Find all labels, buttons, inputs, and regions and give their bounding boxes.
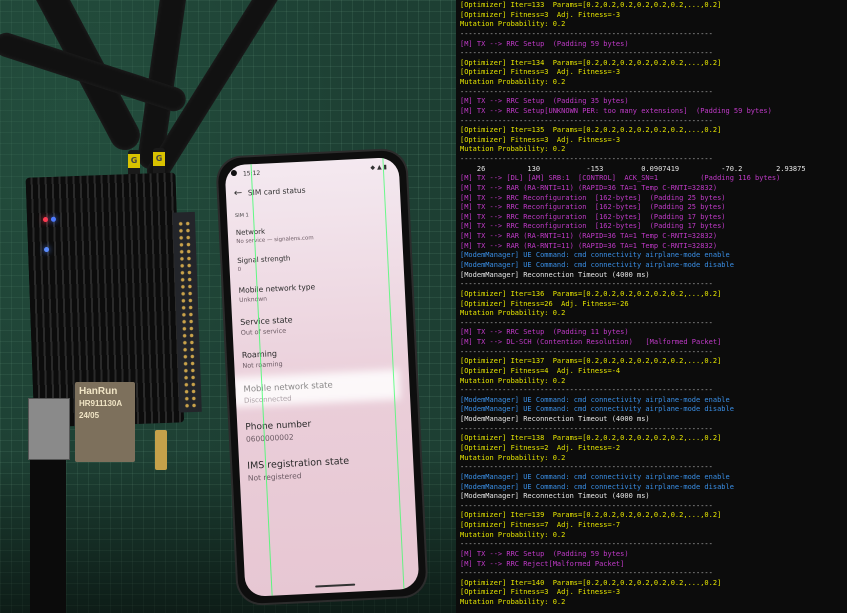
log-line: [ModemManager] Reconnection Timeout (400… [460,492,650,501]
log-separator: ----------------------------------------… [460,463,713,472]
sma-connector [155,430,167,470]
log-line: [M] TX --> RRC Reconfiguration [162-byte… [460,222,726,231]
log-separator: ----------------------------------------… [460,49,713,58]
log-separator: ----------------------------------------… [460,386,713,395]
status-row-signal-strength: Signal strength 0 [237,250,388,273]
status-row-network: Network No service — signalens.com [236,222,387,245]
log-line: [M] TX --> RAR (RA-RNTI=11) (RAPID=36 TA… [460,183,718,192]
log-separator: ----------------------------------------… [460,569,713,578]
log-line: [Optimizer] Fitness=3 Adj. Fitness=-3 [460,10,621,19]
screen-title: SIM card status [247,185,306,198]
log-line: Mutation Probability: 0.2 [460,20,566,29]
log-line: [Optimizer] Iter=135 Params=[0.2,0.2,0.2… [460,126,722,135]
log-line: [M] TX --> RRC Setup (Padding 59 bytes) [460,39,629,48]
log-line: Mutation Probability: 0.2 [460,78,566,87]
log-line: [ModemManager] UE Command: cmd connectiv… [460,405,734,414]
rj45-brand: HanRun [79,386,118,397]
hardware-photo: G G HanRun HR911130A 24/05 15:12 ◆ ▲ ▮ ←… [0,0,460,613]
phone-screen: 15:12 ◆ ▲ ▮ ← SIM card status SIM 1 Netw… [224,157,420,597]
log-line: [Optimizer] Iter=134 Params=[0.2,0.2,0.2… [460,58,722,67]
smartphone: 15:12 ◆ ▲ ▮ ← SIM card status SIM 1 Netw… [217,149,427,605]
log-line: Mutation Probability: 0.2 [460,453,566,462]
usb-port [28,398,70,460]
log-line: Mutation Probability: 0.2 [460,145,566,154]
log-line: Mutation Probability: 0.2 [460,376,566,385]
log-line: [M] TX --> DL-SCH (Contention Resolution… [460,338,722,347]
log-line: [Optimizer] Iter=133 Params=[0.2,0.2,0.2… [460,1,722,9]
log-separator: ----------------------------------------… [460,280,713,289]
log-line: [ModemManager] Reconnection Timeout (400… [460,270,650,279]
log-line: [Optimizer] Fitness=7 Adj. Fitness=-7 [460,521,621,530]
camera-icon [230,169,238,177]
log-separator: ----------------------------------------… [460,29,713,38]
log-line: [ModemManager] Reconnection Timeout (400… [460,415,650,424]
log-line: [M] TX --> RAR (RA-RNTI=11) (RAPID=36 TA… [460,232,718,241]
log-separator: ----------------------------------------… [460,87,713,96]
status-row-ims-registration: IMS registration state Not registered [247,453,398,483]
log-line: [M] TX --> RRC Reject[Malformed Packet] [460,559,625,568]
log-separator: ----------------------------------------… [460,318,713,327]
log-line: 26 130 -153 0.0907419 -70.2 2.93875 [460,164,806,173]
status-row-roaming: Roaming Not roaming [242,344,393,370]
rj45-jack: HanRun HR911130A 24/05 [75,382,135,462]
log-separator: ----------------------------------------… [460,501,713,510]
log-line: [ModemManager] UE Command: cmd connectiv… [460,261,734,269]
log-line: [M] TX --> RRC Reconfiguration [162-byte… [460,193,726,202]
log-line: Mutation Probability: 0.2 [460,530,566,539]
log-line: [M] TX --> RRC Setup (Padding 35 bytes) [460,97,629,106]
log-line: [Optimizer] Fitness=26 Adj. Fitness=-26 [460,299,629,308]
terminal-log[interactable]: [Optimizer] Iter=133 Params=[0.2,0.2,0.2… [456,0,847,613]
log-separator: ----------------------------------------… [460,155,713,164]
log-line: [Optimizer] Iter=139 Params=[0.2,0.2,0.2… [460,511,722,520]
sim-label: SIM 1 [234,212,249,220]
log-line: Mutation Probability: 0.2 [460,598,566,607]
back-arrow-icon[interactable]: ← [234,188,243,200]
status-row-phone-number: Phone number 0600000002 [245,415,396,444]
status-row-network-type: Mobile network type Unknown [238,279,389,304]
log-separator: ----------------------------------------… [460,424,713,433]
log-line: [Optimizer] Iter=138 Params=[0.2,0.2,0.2… [460,434,722,443]
log-line: [M] TX --> RRC Reconfiguration [162-byte… [460,203,726,212]
status-icons: ◆ ▲ ▮ [370,163,387,172]
rj45-date: 24/05 [79,411,100,420]
log-line: [M] TX --> RRC Setup (Padding 59 bytes) [460,549,629,558]
log-line: [Optimizer] Fitness=2 Adj. Fitness=-2 [460,443,621,452]
log-line: [ModemManager] UE Command: cmd connectiv… [460,395,730,404]
usb-cable [30,440,66,613]
log-line: Mutation Probability: 0.2 [460,309,566,318]
log-separator: ----------------------------------------… [460,347,713,356]
log-line: [Optimizer] Fitness=3 Adj. Fitness=-3 [460,588,621,597]
log-line: [M] TX --> RAR (RA-RNTI=11) (RAPID=36 TA… [460,241,718,250]
log-line: [M] TX --> [DL] [AM] SRB:1 [CONTROL] ACK… [460,174,781,183]
log-line: [Optimizer] Fitness=3 Adj. Fitness=-3 [460,68,621,77]
log-line: [Optimizer] Fitness=3 Adj. Fitness=-3 [460,135,621,144]
log-line: [Optimizer] Iter=136 Params=[0.2,0.2,0.2… [460,289,722,298]
antenna-label: G [153,152,165,166]
log-separator: ----------------------------------------… [460,116,713,125]
log-line: [M] TX --> RRC Setup (Padding 11 bytes) [460,328,629,337]
log-line: [ModemManager] UE Command: cmd connectiv… [460,472,730,481]
antenna-label: G [128,154,140,168]
log-separator: ----------------------------------------… [460,540,713,549]
log-line: [M] TX --> RRC Reconfiguration [162-byte… [460,212,726,221]
gesture-handle[interactable] [315,583,356,588]
status-row-service-state: Service state Out of service [240,311,391,337]
rj45-model: HR911130A [79,399,123,408]
log-line: [Optimizer] Iter=140 Params=[0.2,0.2,0.2… [460,578,722,587]
log-line: [ModemManager] UE Command: cmd connectiv… [460,251,730,260]
log-line: [M] TX --> RRC Setup[UNKNOWN PER: too ma… [460,106,772,115]
log-line: [ModemManager] UE Command: cmd connectiv… [460,482,734,491]
log-line: [Optimizer] Fitness=4 Adj. Fitness=-4 [460,366,621,375]
log-line: [Optimizer] Iter=137 Params=[0.2,0.2,0.2… [460,357,722,366]
